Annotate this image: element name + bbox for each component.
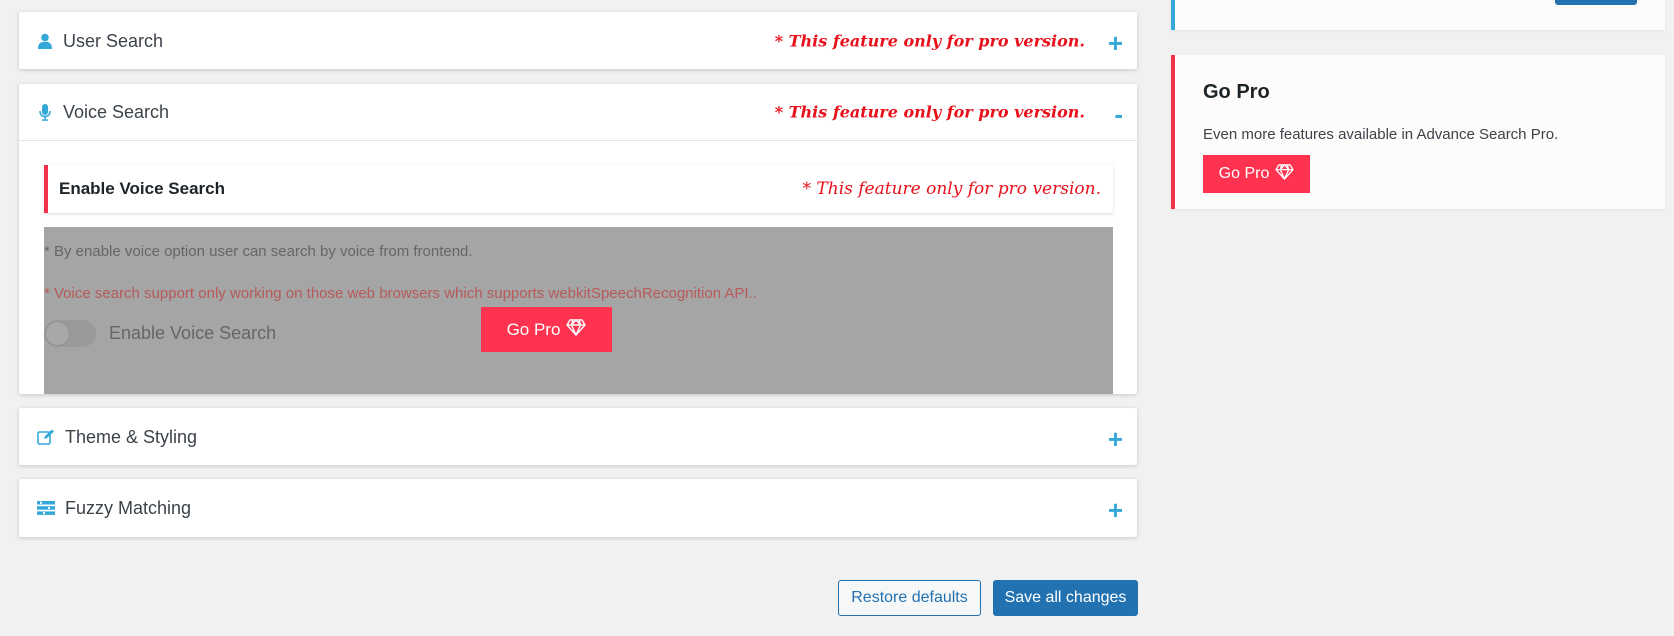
sidebar-top-button[interactable]	[1555, 0, 1637, 5]
list-settings-icon	[37, 499, 55, 517]
theme-styling-header[interactable]: Theme & Styling +	[19, 408, 1137, 466]
go-pro-title: Go Pro	[1203, 81, 1270, 103]
voice-search-title: Voice Search	[63, 101, 170, 122]
enable-voice-search-toggle[interactable]	[44, 320, 96, 347]
pro-version-note: * This feature only for pro version.	[802, 179, 1102, 199]
diamond-icon	[566, 318, 587, 341]
restore-defaults-button[interactable]: Restore defaults	[838, 580, 981, 616]
sidebar-top-box	[1171, 0, 1665, 30]
toggle-knob	[46, 322, 69, 345]
user-search-panel: User Search * This feature only for pro …	[19, 12, 1137, 69]
browser-support-note: * Voice search support only working on t…	[44, 285, 757, 302]
enable-voice-search-subheading: Enable Voice Search * This feature only …	[44, 165, 1113, 213]
diamond-icon	[1275, 163, 1294, 185]
voice-search-header[interactable]: Voice Search * This feature only for pro…	[19, 84, 1137, 141]
microphone-icon	[37, 103, 53, 121]
pro-version-note: * This feature only for pro version.	[774, 102, 1085, 122]
voice-search-panel: Voice Search * This feature only for pro…	[19, 84, 1137, 394]
expand-icon[interactable]: +	[1108, 426, 1123, 452]
voice-description: * By enable voice option user can search…	[44, 243, 473, 260]
theme-styling-panel: Theme & Styling +	[19, 408, 1137, 465]
pro-locked-overlay: * By enable voice option user can search…	[44, 227, 1113, 394]
subheading-title: Enable Voice Search	[59, 179, 225, 198]
go-pro-label: Go Pro	[506, 319, 561, 339]
save-all-changes-button[interactable]: Save all changes	[993, 580, 1138, 616]
collapse-icon[interactable]: -	[1114, 101, 1123, 127]
go-pro-description: Even more features available in Advance …	[1203, 126, 1559, 143]
fuzzy-matching-panel: Fuzzy Matching +	[19, 479, 1137, 537]
expand-icon[interactable]: +	[1108, 497, 1123, 523]
go-pro-label: Go Pro	[1218, 165, 1270, 182]
theme-styling-title: Theme & Styling	[65, 426, 198, 447]
pro-version-note: * This feature only for pro version.	[774, 31, 1085, 51]
expand-icon[interactable]: +	[1108, 30, 1123, 56]
fuzzy-matching-header[interactable]: Fuzzy Matching +	[19, 479, 1137, 537]
fuzzy-matching-title: Fuzzy Matching	[65, 497, 192, 518]
user-icon	[37, 32, 53, 50]
sidebar-go-pro-button[interactable]: Go Pro	[1203, 155, 1310, 193]
user-search-header[interactable]: User Search * This feature only for pro …	[19, 12, 1137, 70]
edit-icon	[37, 428, 55, 446]
toggle-label: Enable Voice Search	[109, 323, 277, 343]
sidebar-go-pro-box: Go Pro Even more features available in A…	[1171, 55, 1665, 209]
user-search-title: User Search	[63, 30, 164, 51]
go-pro-button[interactable]: Go Pro	[481, 307, 612, 352]
